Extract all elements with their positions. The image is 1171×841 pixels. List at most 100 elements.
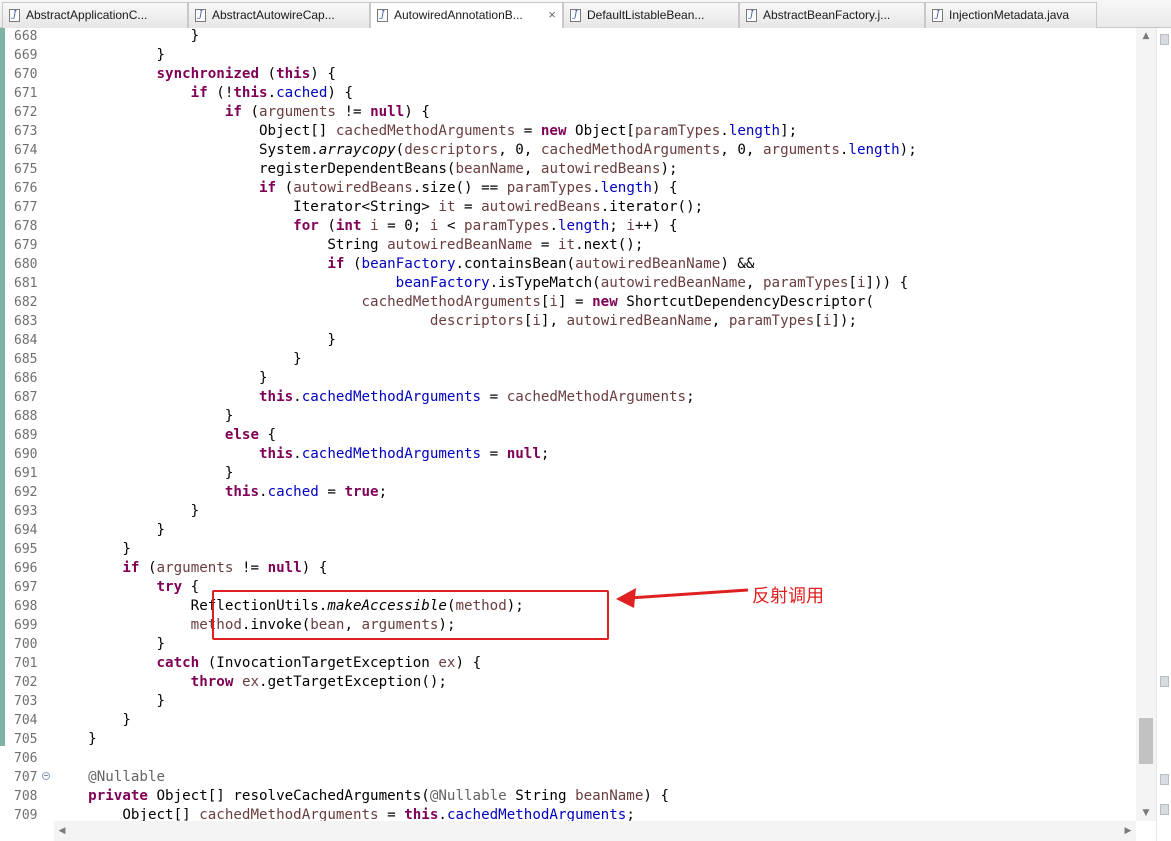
- change-ruler: [0, 28, 5, 746]
- code-token: }: [54, 503, 200, 519]
- code-token: ) {: [643, 788, 670, 804]
- code-text: cachedMethodArguments[i] = new ShortcutD…: [54, 293, 875, 312]
- scroll-left-icon[interactable]: ◀: [54, 821, 70, 841]
- code-token: ];: [780, 123, 798, 139]
- code-token: [: [848, 275, 857, 291]
- code-token: (!: [207, 85, 234, 101]
- line-number: 687: [14, 390, 38, 405]
- code-token: cachedMethodArguments: [506, 389, 687, 405]
- overview-ruler[interactable]: [1156, 28, 1171, 841]
- java-file-icon: J: [377, 9, 388, 22]
- code-token: ;: [686, 389, 695, 405]
- fold-toggle-icon[interactable]: −: [42, 772, 50, 780]
- code-token: .: [293, 389, 302, 405]
- code-text: if (autowiredBeans.size() == paramTypes.…: [54, 179, 678, 198]
- code-text: @Nullable: [54, 768, 165, 787]
- code-text: }: [54, 692, 165, 711]
- code-token: }: [54, 408, 234, 424]
- overview-marker[interactable]: [1160, 676, 1169, 687]
- close-icon[interactable]: ×: [548, 7, 556, 22]
- code-token: (InvocationTargetException: [199, 655, 439, 671]
- code-token: (: [241, 104, 260, 120]
- code-token: arguments: [259, 104, 336, 120]
- code-token: ) {: [455, 655, 482, 671]
- code-token: paramTypes: [506, 180, 593, 196]
- vertical-scrollbar[interactable]: ▲ ▼: [1136, 28, 1156, 821]
- code-token: for: [293, 218, 319, 234]
- code-token: .: [549, 218, 558, 234]
- java-file-icon: J: [9, 9, 20, 22]
- code-text: System.arraycopy(descriptors, 0, cachedM…: [54, 141, 917, 160]
- code-token: autowiredBeanName: [575, 256, 721, 272]
- code-token: , 0,: [498, 142, 541, 158]
- line-number: 669: [14, 48, 38, 63]
- code-token: }: [54, 541, 131, 557]
- code-token: arguments: [763, 142, 840, 158]
- tab-injection-metadata[interactable]: J InjectionMetadata.java: [925, 2, 1097, 28]
- code-token: null: [267, 560, 302, 576]
- overview-marker[interactable]: [1160, 774, 1169, 785]
- code-text: synchronized (this) {: [54, 65, 336, 84]
- code-token: cachedMethodArguments: [301, 389, 482, 405]
- code-token: cachedMethodArguments: [301, 446, 482, 462]
- tab-abstract-autowire-capable[interactable]: J AbstractAutowireCap...: [188, 2, 370, 28]
- code-editor[interactable]: 668 } 669 } 670 synchronized (this) {671 i…: [0, 28, 1171, 841]
- code-token: !=: [233, 560, 268, 576]
- code-token: .: [592, 180, 601, 196]
- scroll-down-icon[interactable]: ▼: [1136, 805, 1156, 821]
- code-token: @Nullable: [88, 769, 166, 785]
- overview-marker[interactable]: [1160, 804, 1169, 815]
- code-token: paramTypes: [634, 123, 721, 139]
- code-token: .iterator();: [600, 199, 704, 215]
- code-token: if: [327, 256, 345, 272]
- code-token: paramTypes: [763, 275, 849, 291]
- code-token: ex: [438, 655, 456, 671]
- line-number: 700: [14, 637, 38, 652]
- code-token: {: [259, 427, 277, 443]
- code-text: }: [54, 635, 165, 654]
- line-number: 686: [14, 371, 38, 386]
- code-token: =: [532, 237, 558, 253]
- code-token: }: [54, 693, 166, 709]
- line-number: 696: [14, 561, 38, 576]
- code-token: .: [267, 85, 277, 101]
- code-token: .getTargetException();: [259, 674, 447, 690]
- code-token: autowiredBeanName: [600, 275, 746, 291]
- scroll-up-icon[interactable]: ▲: [1136, 28, 1156, 44]
- tab-autowired-annotation-bean[interactable]: J AutowiredAnnotationB... ×: [370, 2, 563, 29]
- tab-abstract-bean-factory[interactable]: J AbstractBeanFactory.j...: [739, 2, 925, 28]
- code-token: ) &&: [720, 256, 755, 272]
- horizontal-scrollbar[interactable]: ◀ ▶: [54, 821, 1136, 841]
- code-text: }: [54, 369, 268, 388]
- line-number: 694: [14, 523, 38, 538]
- scroll-thumb[interactable]: [1139, 718, 1153, 764]
- code-token: ])) {: [865, 275, 909, 291]
- code-text: if (!this.cached) {: [54, 84, 353, 103]
- tab-default-listable-bean[interactable]: J DefaultListableBean...: [563, 2, 739, 28]
- code-text: }: [54, 711, 131, 730]
- code-text: catch (InvocationTargetException ex) {: [54, 654, 482, 673]
- code-token: }: [54, 522, 166, 538]
- code-token: descriptors: [404, 142, 499, 158]
- code-text: this.cachedMethodArguments = null;: [54, 445, 549, 464]
- code-text: }: [54, 730, 97, 749]
- tab-abstract-application-context[interactable]: J AbstractApplicationC...: [2, 2, 188, 28]
- scroll-right-icon[interactable]: ▶: [1120, 821, 1136, 841]
- code-token: length: [558, 218, 610, 234]
- code-token: beanFactory: [395, 275, 490, 291]
- code-token: it: [438, 199, 456, 215]
- line-number: 701: [14, 656, 38, 671]
- code-token: ,: [523, 161, 541, 177]
- code-token: Object[: [566, 123, 635, 139]
- line-number: 677: [14, 200, 38, 215]
- code-text: private Object[] resolveCachedArguments(…: [54, 787, 669, 806]
- annotation-label: 反射调用: [752, 586, 824, 607]
- line-number: 685: [14, 352, 38, 367]
- overview-marker[interactable]: [1160, 34, 1169, 45]
- code-token: arraycopy: [318, 142, 396, 158]
- code-token: ;: [378, 484, 388, 500]
